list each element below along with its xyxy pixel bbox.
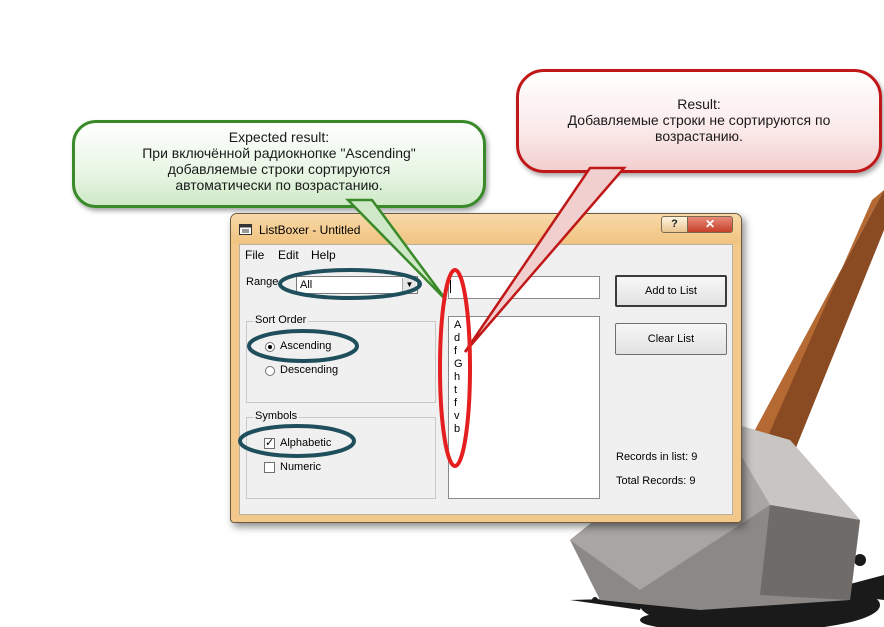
numeric-checkbox[interactable] bbox=[264, 462, 275, 473]
dropdown-arrow-icon[interactable]: ▼ bbox=[402, 278, 416, 292]
descending-radio[interactable] bbox=[265, 366, 275, 376]
expected-result-heading: Expected result: bbox=[228, 129, 330, 145]
alphabetic-checkbox[interactable]: ✓ bbox=[264, 438, 275, 449]
client-area: File Edit Help Range All ▼ Sort Order As… bbox=[239, 244, 733, 515]
list-item[interactable]: h bbox=[454, 371, 460, 384]
symbols-group: Symbols ✓ Alphabetic Numeric bbox=[246, 410, 436, 499]
menu-help[interactable]: Help bbox=[311, 248, 336, 262]
clear-list-button[interactable]: Clear List bbox=[615, 323, 727, 355]
window-title: ListBoxer - Untitled bbox=[259, 223, 361, 237]
items-listbox[interactable]: A d f G h t f v b bbox=[448, 316, 600, 499]
title-bar[interactable]: ListBoxer - Untitled ? ✕ bbox=[231, 214, 741, 244]
range-value: All bbox=[300, 279, 313, 291]
list-item[interactable]: f bbox=[454, 345, 457, 358]
list-item[interactable]: A bbox=[454, 319, 461, 332]
list-item[interactable]: G bbox=[454, 358, 463, 371]
expected-result-line: добавляемые строки сортируются bbox=[167, 161, 391, 177]
text-caret bbox=[450, 280, 451, 293]
help-icon[interactable]: ? bbox=[661, 216, 688, 233]
hammer-handle bbox=[755, 190, 884, 450]
close-icon[interactable]: ✕ bbox=[687, 216, 733, 233]
actual-result-line: Добавляемые строки не сортируются по bbox=[567, 112, 831, 128]
records-in-list-label: Records in list: 9 bbox=[616, 451, 698, 463]
app-icon[interactable] bbox=[239, 224, 252, 235]
actual-result-heading: Result: bbox=[677, 96, 721, 112]
list-item[interactable]: b bbox=[454, 423, 460, 436]
listboxer-window: ListBoxer - Untitled ? ✕ File Edit Help … bbox=[230, 213, 742, 523]
numeric-label[interactable]: Numeric bbox=[280, 461, 321, 473]
sort-order-group: Sort Order Ascending Descending bbox=[246, 314, 436, 403]
list-item[interactable]: f bbox=[454, 397, 457, 410]
expected-result-line: При включённой радиокнопке "Ascending" bbox=[142, 145, 416, 161]
actual-result-line: возрастанию. bbox=[655, 128, 743, 144]
list-item[interactable]: v bbox=[454, 410, 460, 423]
range-dropdown[interactable]: All ▼ bbox=[296, 276, 418, 294]
item-entry-field[interactable] bbox=[448, 276, 600, 299]
range-label: Range bbox=[246, 276, 279, 288]
ascending-radio[interactable] bbox=[265, 342, 275, 352]
actual-result-callout: Result: Добавляемые строки не сортируютс… bbox=[516, 69, 882, 173]
list-item[interactable]: t bbox=[454, 384, 457, 397]
descending-label[interactable]: Descending bbox=[280, 364, 338, 376]
total-records-label: Total Records: 9 bbox=[616, 475, 696, 487]
menu-edit[interactable]: Edit bbox=[278, 248, 299, 262]
expected-result-callout: Expected result: При включённой радиокно… bbox=[72, 120, 486, 208]
menu-bar: File Edit Help bbox=[240, 245, 732, 265]
menu-file[interactable]: File bbox=[245, 248, 264, 262]
list-item[interactable]: d bbox=[454, 332, 460, 345]
ascending-label[interactable]: Ascending bbox=[280, 340, 331, 352]
alphabetic-label[interactable]: Alphabetic bbox=[280, 437, 331, 449]
symbols-title: Symbols bbox=[253, 410, 300, 422]
sort-order-title: Sort Order bbox=[253, 314, 309, 326]
checkmark-icon: ✓ bbox=[265, 437, 275, 449]
add-to-list-button[interactable]: Add to List bbox=[615, 275, 727, 307]
expected-result-line: автоматически по возрастанию. bbox=[175, 177, 383, 193]
